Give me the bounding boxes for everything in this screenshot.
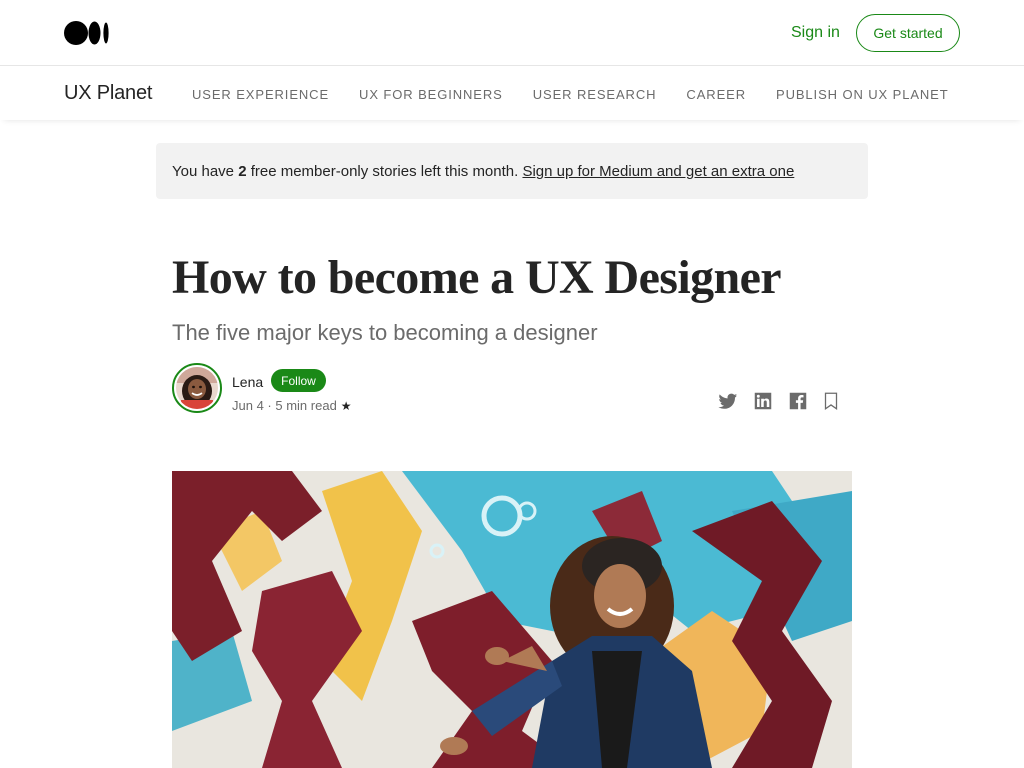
get-started-button[interactable]: Get started [856,14,960,52]
author-avatar-image [176,367,218,409]
article-title: How to become a UX Designer [172,251,782,304]
member-star-icon: ★ [340,399,352,413]
linkedin-icon[interactable] [752,390,774,412]
nav-item-publish[interactable]: PUBLISH ON UX PLANET [776,87,949,102]
article-hero-image [172,471,852,768]
twitter-icon[interactable] [717,390,739,412]
nav-item-user-experience[interactable]: USER EXPERIENCE [192,87,329,102]
article-subtitle: The five major keys to becoming a design… [172,320,598,345]
banner-text: You have 2 free member-only stories left… [172,163,794,180]
publication-nav-items: USER EXPERIENCE UX FOR BEGINNERS USER RESE… [192,86,960,104]
publication-nav: UX Planet USER EXPERIENCE UX FOR BEGINNER… [0,66,1024,120]
nav-item-user-research[interactable]: USER RESEARCH [533,87,657,102]
top-bar: Sign in Get started [0,0,1024,66]
follow-button[interactable]: Follow [271,369,326,392]
nav-item-career[interactable]: CAREER [686,87,746,102]
meta-separator: · [263,398,276,413]
banner-signup-link[interactable]: Sign up for Medium and get an extra one [522,163,794,180]
nav-item-ux-for-beginners[interactable]: UX FOR BEGINNERS [359,87,503,102]
sign-in-link[interactable]: Sign in [791,24,840,42]
publish-date: Jun 4 [232,398,264,413]
publication-name[interactable]: UX Planet [64,82,152,105]
author-name[interactable]: Lena [232,374,263,390]
bookmark-icon[interactable] [820,390,842,412]
member-stories-banner: You have 2 free member-only stories left… [156,143,868,199]
banner-prefix: You have [172,163,239,180]
banner-middle: free member-only stories left this month… [246,163,523,180]
article-meta: Jun 4 · 5 min read ★ [232,398,352,413]
banner-count: 2 [238,163,247,180]
read-time: 5 min read [275,398,337,413]
facebook-icon[interactable] [787,390,809,412]
medium-logo-icon[interactable] [64,20,110,46]
author-avatar[interactable] [172,363,222,413]
